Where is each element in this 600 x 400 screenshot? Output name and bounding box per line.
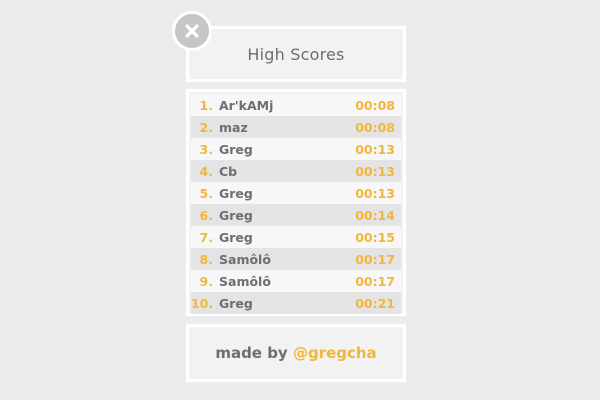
score-row: 9. Samôlô 00:17 — [191, 270, 401, 292]
scores-list: 1. Ar'kAMj 00:08 2. maz 00:08 3. Greg 00… — [186, 89, 406, 316]
score-rank: 7. — [199, 229, 213, 245]
score-rank: 10. — [191, 295, 214, 311]
score-time: 00:17 — [355, 251, 395, 267]
score-rank: 9. — [199, 273, 213, 289]
credit-text: made by @gregcha — [215, 344, 376, 362]
player-name: Samôlô — [219, 273, 271, 289]
player-name: Greg — [219, 141, 253, 157]
score-time: 00:15 — [355, 229, 395, 245]
score-row: 1. Ar'kAMj 00:08 — [191, 94, 401, 116]
score-rank: 3. — [199, 141, 213, 157]
page-title: High Scores — [247, 44, 345, 64]
score-row: 7. Greg 00:15 — [191, 226, 401, 248]
score-row: 2. maz 00:08 — [191, 116, 401, 138]
score-row: 8. Samôlô 00:17 — [191, 248, 401, 270]
player-name: Greg — [219, 295, 253, 311]
score-time: 00:13 — [355, 185, 395, 201]
player-name: Samôlô — [219, 251, 271, 267]
score-time: 00:13 — [355, 141, 395, 157]
score-time: 00:17 — [355, 273, 395, 289]
score-time: 00:08 — [355, 119, 395, 135]
score-rank: 8. — [199, 251, 213, 267]
player-name: Cb — [219, 163, 238, 179]
score-rank: 1. — [199, 97, 213, 113]
credits-panel: made by @gregcha — [186, 324, 406, 382]
title-panel: High Scores — [186, 26, 406, 82]
score-row: 3. Greg 00:13 — [191, 138, 401, 160]
score-time: 00:14 — [355, 207, 395, 223]
player-name: maz — [219, 119, 248, 135]
score-row: 10. Greg 00:21 — [191, 292, 401, 314]
score-time: 00:08 — [355, 97, 395, 113]
player-name: Greg — [219, 229, 253, 245]
player-name: Greg — [219, 207, 253, 223]
player-name: Ar'kAMj — [219, 97, 274, 113]
score-rank: 6. — [199, 207, 213, 223]
author-link[interactable]: @gregcha — [293, 344, 377, 362]
score-row: 6. Greg 00:14 — [191, 204, 401, 226]
close-button[interactable] — [172, 11, 212, 51]
score-row: 4. Cb 00:13 — [191, 160, 401, 182]
score-row: 5. Greg 00:13 — [191, 182, 401, 204]
score-rank: 5. — [199, 185, 213, 201]
score-rank: 4. — [199, 163, 213, 179]
player-name: Greg — [219, 185, 253, 201]
score-time: 00:13 — [355, 163, 395, 179]
credit-prefix: made by — [215, 344, 293, 362]
score-rank: 2. — [199, 119, 213, 135]
high-scores-screen: High Scores 1. Ar'kAMj 00:08 2. maz 00:0… — [0, 0, 600, 400]
close-x-icon — [185, 24, 199, 38]
score-time: 00:21 — [355, 295, 395, 311]
